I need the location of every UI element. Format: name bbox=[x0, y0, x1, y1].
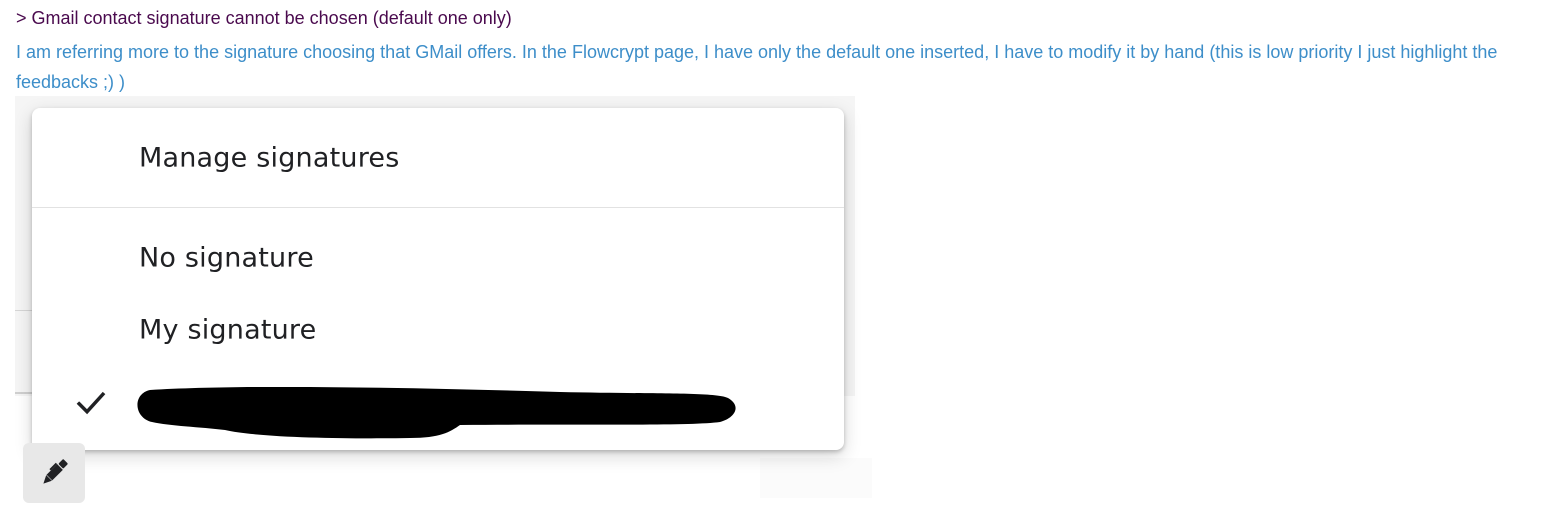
signature-option-label: No signature bbox=[139, 242, 314, 274]
signature-option-label: My signature bbox=[139, 314, 317, 346]
reply-text: I am referring more to the signature cho… bbox=[16, 42, 1498, 92]
signature-option-none[interactable]: No signature bbox=[32, 228, 844, 288]
manage-signatures-label: Manage signatures bbox=[139, 142, 400, 174]
menu-divider bbox=[32, 207, 844, 208]
redaction-mark bbox=[137, 386, 736, 439]
signature-menu: Manage signatures No signature My signat… bbox=[32, 108, 844, 450]
signature-button[interactable] bbox=[23, 443, 85, 503]
quoted-text: > Gmail contact signature cannot be chos… bbox=[16, 8, 512, 28]
pen-icon bbox=[43, 459, 68, 484]
signature-option-selected[interactable] bbox=[32, 372, 844, 439]
signature-option-my-signature[interactable]: My signature bbox=[32, 300, 844, 360]
manage-signatures-item[interactable]: Manage signatures bbox=[32, 128, 844, 188]
check-icon bbox=[76, 391, 106, 415]
toolbar-area-background bbox=[760, 458, 872, 498]
